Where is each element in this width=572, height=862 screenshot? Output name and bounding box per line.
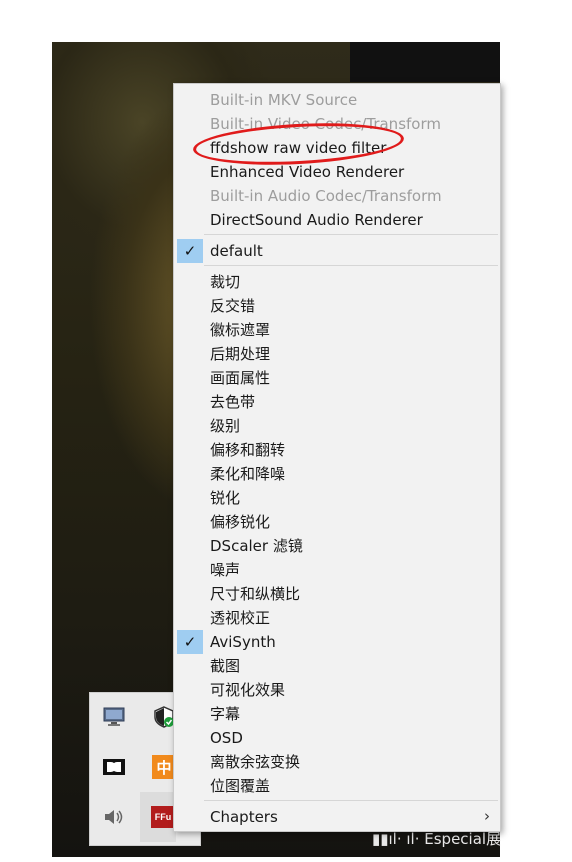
menu-item-deband[interactable]: 去色带	[174, 390, 500, 414]
menu-item-resize-aspect[interactable]: 尺寸和纵横比	[174, 582, 500, 606]
menu-item-blur-denoise[interactable]: 柔化和降噪	[174, 462, 500, 486]
ime-label: 中	[156, 759, 172, 777]
watermark-mark: ▮▮ıl· ıl·	[372, 830, 425, 848]
menu-item-visualizations[interactable]: 可视化效果	[174, 678, 500, 702]
menu-item-screenshot[interactable]: 截图	[174, 654, 500, 678]
menu-item-noise[interactable]: 噪声	[174, 558, 500, 582]
menu-item-postprocess[interactable]: 后期处理	[174, 342, 500, 366]
speaker-icon[interactable]	[102, 805, 126, 829]
menu-separator	[204, 234, 498, 235]
menu-item-picture-properties[interactable]: 画面属性	[174, 366, 500, 390]
menu-item-mkv-source[interactable]: Built-in MKV Source	[174, 88, 500, 112]
menu-item-crop[interactable]: 裁切	[174, 270, 500, 294]
menu-item-dct[interactable]: 离散余弦变换	[174, 750, 500, 774]
menu-item-osd[interactable]: OSD	[174, 726, 500, 750]
menu-item-directsound[interactable]: DirectSound Audio Renderer	[174, 208, 500, 232]
video-letterbox	[350, 42, 500, 82]
monitor-icon[interactable]	[102, 705, 126, 729]
menu-item-bitmap-overlay[interactable]: 位图覆盖	[174, 774, 500, 798]
ffdshow-icon[interactable]: FFu	[151, 806, 175, 828]
menu-separator	[204, 800, 498, 801]
menu-item-audio-codec[interactable]: Built-in Audio Codec/Transform	[174, 184, 500, 208]
menu-item-sharpen[interactable]: 锐化	[174, 486, 500, 510]
menu-item-deinterlace[interactable]: 反交错	[174, 294, 500, 318]
menu-item-warpsharp[interactable]: 偏移锐化	[174, 510, 500, 534]
menu-item-dscaler[interactable]: DScaler 滤镜	[174, 534, 500, 558]
check-icon: ✓	[177, 630, 203, 654]
menu-item-perspective[interactable]: 透视校正	[174, 606, 500, 630]
check-icon: ✓	[177, 239, 203, 263]
menu-separator	[204, 265, 498, 266]
watermark-text: Especial展	[424, 830, 502, 848]
chevron-right-icon: ›	[484, 807, 490, 825]
menu-item-chapters[interactable]: Chapters ›	[174, 805, 500, 829]
menu-item-offset-flip[interactable]: 偏移和翻转	[174, 438, 500, 462]
menu-item-default[interactable]: ✓ default	[174, 239, 500, 263]
menu-item-levels[interactable]: 级别	[174, 414, 500, 438]
ffdshow-label: FFu	[154, 812, 172, 822]
context-menu: Built-in MKV Source Built-in Video Codec…	[173, 83, 501, 832]
menu-item-logo-mask[interactable]: 徽标遮罩	[174, 318, 500, 342]
menu-item-evr[interactable]: Enhanced Video Renderer	[174, 160, 500, 184]
dolby-icon[interactable]	[102, 755, 126, 779]
menu-item-subtitles[interactable]: 字幕	[174, 702, 500, 726]
menu-item-avisynth[interactable]: ✓ AviSynth	[174, 630, 500, 654]
